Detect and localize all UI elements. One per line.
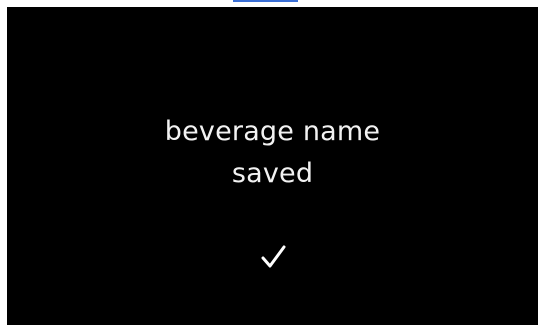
top-accent-bar — [233, 0, 298, 2]
confirmation-screen: beverage name saved — [7, 7, 538, 325]
confirmation-message: beverage name saved — [7, 111, 538, 195]
checkmark-icon — [261, 245, 286, 268]
page: beverage name saved — [0, 0, 545, 332]
message-line-1: beverage name — [164, 116, 381, 147]
message-line-2: saved — [231, 158, 314, 189]
